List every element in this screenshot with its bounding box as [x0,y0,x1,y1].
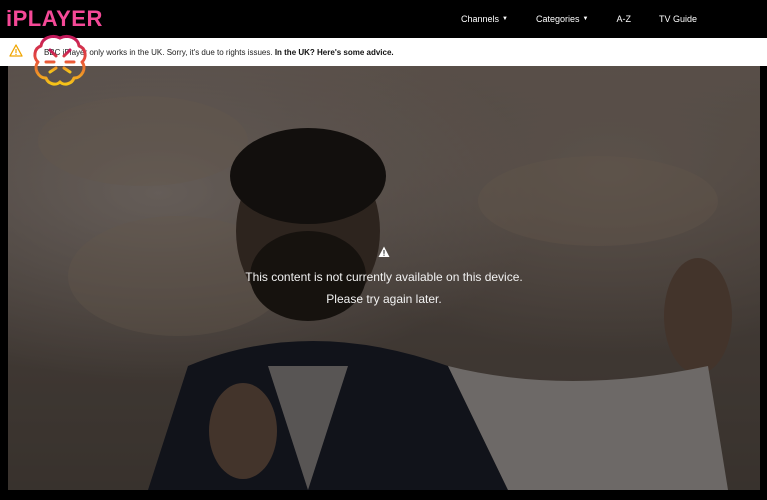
brain-icon [33,34,87,86]
nav-categories-label: Categories [535,14,580,24]
video-player[interactable]: This content is not currently available … [8,66,760,490]
top-navigation-bar: iPLAYER Channels ▼ Categories ▼ A-Z TV G… [0,0,767,38]
main-nav: Channels ▼ Categories ▼ A-Z TV Guide [461,0,697,38]
uk-advice-link[interactable]: In the UK? Here's some advice. [275,48,394,57]
nav-tv-guide[interactable]: TV Guide [659,14,697,24]
nav-a-z-label: A-Z [616,14,631,24]
uk-only-notice: BBC iPlayer only works in the UK. Sorry,… [0,38,767,66]
nav-a-z[interactable]: A-Z [616,14,631,24]
iplayer-logo[interactable]: iPLAYER [6,6,103,32]
warning-triangle-icon [378,246,390,257]
chevron-down-icon: ▼ [502,16,508,22]
nav-channels[interactable]: Channels ▼ [461,14,508,24]
nav-tv-guide-label: TV Guide [658,14,697,24]
chevron-down-icon: ▼ [582,16,589,22]
message-secondary: Please try again later. [326,292,442,306]
warning-triangle-icon [9,44,23,57]
nav-channels-label: Channels [461,14,500,24]
message-primary: This content is not currently available … [245,270,523,284]
nav-categories[interactable]: Categories ▼ [536,14,588,24]
unavailable-message: This content is not currently available … [8,246,760,308]
